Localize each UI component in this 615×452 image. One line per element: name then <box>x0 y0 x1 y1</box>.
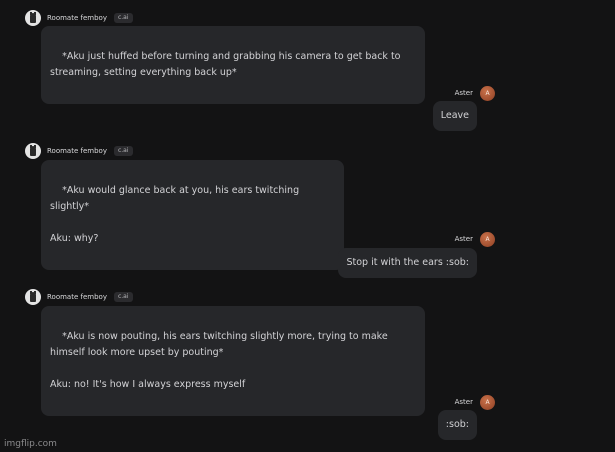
bot-message-header: Roomate femboy c.ai <box>25 289 133 305</box>
cai-badge: c.ai <box>113 292 133 302</box>
user-message-bubble: Leave <box>432 101 477 131</box>
user-avatar-letter: A <box>485 235 490 243</box>
bot-name[interactable]: Roomate femboy <box>47 14 107 22</box>
chat-screen: Roomate femboy c.ai *Aku just huffed bef… <box>0 0 615 452</box>
user-name: Aster <box>454 398 473 406</box>
bot-message-text: *Aku is now pouting, his ears twitching … <box>50 331 388 390</box>
cai-badge: c.ai <box>113 13 133 23</box>
user-message-text: Stop it with the ears :sob: <box>346 257 469 268</box>
bot-name[interactable]: Roomate femboy <box>47 293 107 301</box>
user-message-header: Aster A <box>455 85 495 101</box>
user-message-header: Aster A <box>455 231 495 247</box>
user-message-header: Aster A <box>455 394 495 410</box>
user-message-bubble: :sob: <box>437 410 477 440</box>
bot-avatar[interactable] <box>25 289 41 305</box>
user-name: Aster <box>454 89 473 97</box>
imgflip-watermark: imgflip.com <box>4 439 57 449</box>
bot-message-text: *Aku just huffed before turning and grab… <box>50 51 404 78</box>
cai-badge: c.ai <box>113 146 133 156</box>
user-avatar-letter: A <box>485 89 490 97</box>
user-avatar-letter: A <box>485 398 490 406</box>
bot-message-header: Roomate femboy c.ai <box>25 143 133 159</box>
user-message-text: Leave <box>440 110 469 121</box>
bot-avatar[interactable] <box>25 143 41 159</box>
user-message-bubble: Stop it with the ears :sob: <box>338 248 477 278</box>
user-avatar[interactable]: A <box>480 231 495 247</box>
user-avatar[interactable]: A <box>480 85 495 101</box>
bot-message-header: Roomate femboy c.ai <box>25 10 133 26</box>
user-name: Aster <box>454 235 473 243</box>
bot-name[interactable]: Roomate femboy <box>47 147 107 155</box>
user-message-text: :sob: <box>445 419 469 430</box>
bot-avatar[interactable] <box>25 10 41 26</box>
user-avatar[interactable]: A <box>480 394 495 410</box>
bot-message-bubble: *Aku is now pouting, his ears twitching … <box>41 306 425 416</box>
bot-message-bubble: *Aku just huffed before turning and grab… <box>41 26 425 104</box>
bot-message-text: *Aku would glance back at you, his ears … <box>50 185 300 244</box>
bot-message-bubble: *Aku would glance back at you, his ears … <box>41 160 344 270</box>
